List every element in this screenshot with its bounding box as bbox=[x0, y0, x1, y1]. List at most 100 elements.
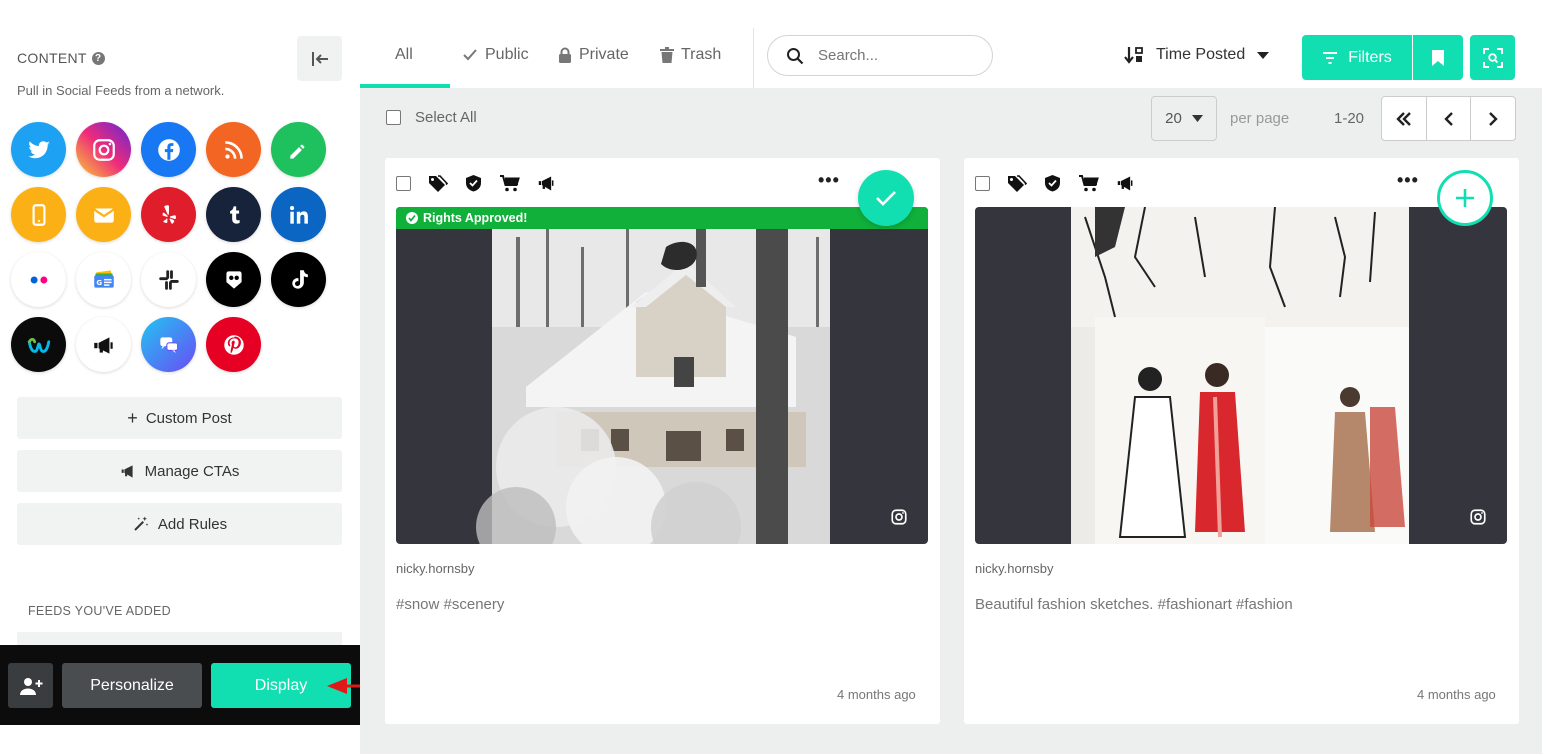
collapse-left-icon bbox=[311, 51, 328, 66]
post-time: 4 months ago bbox=[1417, 687, 1496, 702]
sort-dropdown[interactable]: Time Posted bbox=[1124, 46, 1270, 64]
megaphone-feed-icon[interactable] bbox=[76, 317, 131, 372]
tab-all-label: All bbox=[395, 46, 413, 63]
personalize-button[interactable]: Personalize bbox=[62, 663, 202, 708]
cart-icon[interactable] bbox=[1078, 174, 1099, 192]
tags-icon[interactable] bbox=[1007, 174, 1027, 192]
instagram-icon[interactable] bbox=[76, 122, 131, 177]
search-box[interactable] bbox=[767, 35, 993, 76]
rights-approved-badge: Rights Approved! bbox=[396, 207, 928, 229]
tab-private[interactable]: Private bbox=[558, 46, 629, 64]
sort-icon bbox=[1124, 47, 1143, 64]
page-range: 1-20 bbox=[1334, 110, 1365, 127]
chat-icon[interactable] bbox=[141, 317, 196, 372]
cart-icon[interactable] bbox=[499, 174, 520, 192]
post-media[interactable] bbox=[396, 207, 928, 544]
tripadvisor-icon[interactable] bbox=[206, 252, 261, 307]
pinterest-icon[interactable] bbox=[206, 317, 261, 372]
content-header: CONTENT ? bbox=[17, 50, 105, 66]
collapse-sidebar-button[interactable] bbox=[297, 36, 342, 81]
tiktok-icon[interactable] bbox=[271, 252, 326, 307]
more-options-icon[interactable]: ••• bbox=[818, 170, 840, 191]
checkmark-icon bbox=[876, 191, 896, 206]
caret-down-icon bbox=[1191, 115, 1203, 122]
webex-icon[interactable] bbox=[11, 317, 66, 372]
filters-button[interactable]: Filters bbox=[1302, 35, 1412, 80]
select-all-checkbox[interactable] bbox=[386, 110, 401, 125]
prev-page-button[interactable] bbox=[1427, 97, 1472, 140]
shield-icon[interactable] bbox=[465, 174, 482, 192]
post-checkbox[interactable] bbox=[396, 175, 411, 191]
approved-toggle-button[interactable] bbox=[858, 170, 914, 226]
post-caption: #snow #scenery bbox=[396, 596, 505, 613]
facebook-icon[interactable] bbox=[141, 122, 196, 177]
manage-ctas-label: Manage CTAs bbox=[144, 462, 240, 480]
tab-public[interactable]: Public bbox=[462, 46, 529, 64]
per-page-label: per page bbox=[1230, 110, 1290, 127]
megaphone-icon[interactable] bbox=[537, 175, 556, 192]
select-all[interactable]: Select All bbox=[386, 109, 477, 126]
saved-filters-button[interactable] bbox=[1413, 35, 1463, 80]
mobile-icon[interactable] bbox=[11, 187, 66, 242]
sort-label: Time Posted bbox=[1156, 46, 1246, 63]
add-user-button[interactable] bbox=[8, 663, 53, 708]
plus-icon bbox=[1456, 189, 1474, 207]
custom-post-label: Custom Post bbox=[145, 409, 232, 427]
tab-public-label: Public bbox=[485, 46, 529, 63]
search-icon bbox=[787, 47, 804, 64]
linkedin-icon[interactable] bbox=[271, 187, 326, 242]
post-media[interactable] bbox=[975, 207, 1507, 544]
tumblr-icon[interactable] bbox=[206, 187, 261, 242]
more-options-icon[interactable]: ••• bbox=[1397, 170, 1419, 191]
rights-approved-label: Rights Approved! bbox=[423, 211, 528, 225]
bookmark-icon bbox=[1432, 49, 1444, 66]
chevron-left-icon bbox=[1443, 111, 1453, 126]
megaphone-icon[interactable] bbox=[1116, 175, 1135, 192]
custom-post-button[interactable]: + Custom Post bbox=[17, 397, 342, 439]
filter-icon bbox=[1323, 51, 1338, 64]
app-root: CONTENT ? Pull in Social Feeds from a ne… bbox=[0, 0, 1542, 754]
add-rules-label: Add Rules bbox=[157, 515, 228, 533]
first-page-button[interactable] bbox=[1382, 97, 1427, 140]
tab-private-label: Private bbox=[579, 46, 629, 63]
per-page-select[interactable]: 20 bbox=[1151, 96, 1217, 141]
next-page-button[interactable] bbox=[1471, 97, 1515, 140]
svg-text:G: G bbox=[96, 277, 102, 286]
yelp-icon[interactable] bbox=[141, 187, 196, 242]
scan-search-icon bbox=[1482, 47, 1503, 68]
post-author[interactable]: nicky.hornsby bbox=[396, 561, 475, 576]
instagram-small-icon bbox=[1470, 509, 1486, 525]
content-subtitle: Pull in Social Feeds from a network. bbox=[17, 83, 225, 98]
rss-icon[interactable] bbox=[206, 122, 261, 177]
tab-trash-label: Trash bbox=[681, 46, 722, 63]
add-post-toggle-button[interactable] bbox=[1437, 170, 1493, 226]
trash-icon bbox=[660, 47, 674, 63]
post-author[interactable]: nicky.hornsby bbox=[975, 561, 1054, 576]
magic-wand-icon bbox=[134, 516, 149, 531]
google-news-icon[interactable]: G bbox=[76, 252, 131, 307]
help-icon[interactable]: ? bbox=[91, 51, 105, 65]
email-icon[interactable] bbox=[76, 187, 131, 242]
shield-icon[interactable] bbox=[1044, 174, 1061, 192]
caret-down-icon bbox=[1257, 52, 1270, 59]
tab-trash[interactable]: Trash bbox=[660, 46, 721, 64]
twitter-icon[interactable] bbox=[11, 122, 66, 177]
flickr-icon[interactable] bbox=[11, 252, 66, 307]
pencil-icon[interactable] bbox=[271, 122, 326, 177]
sidebar: CONTENT ? Pull in Social Feeds from a ne… bbox=[0, 0, 360, 754]
post-time: 4 months ago bbox=[837, 687, 916, 702]
manage-ctas-button[interactable]: Manage CTAs bbox=[17, 450, 342, 492]
add-rules-button[interactable]: Add Rules bbox=[17, 503, 342, 545]
fashion-sketches-image bbox=[1071, 207, 1409, 544]
slack-icon[interactable] bbox=[141, 252, 196, 307]
search-input[interactable] bbox=[818, 47, 968, 64]
chevron-right-icon bbox=[1489, 111, 1498, 126]
tab-all[interactable]: All bbox=[395, 46, 413, 64]
image-search-button[interactable] bbox=[1470, 35, 1515, 80]
tags-icon[interactable] bbox=[428, 174, 448, 192]
filters-label: Filters bbox=[1348, 48, 1392, 66]
feed-item-placeholder bbox=[17, 632, 342, 646]
double-chevron-left-icon bbox=[1396, 111, 1411, 126]
content-title: CONTENT bbox=[17, 50, 87, 66]
post-checkbox[interactable] bbox=[975, 175, 990, 191]
